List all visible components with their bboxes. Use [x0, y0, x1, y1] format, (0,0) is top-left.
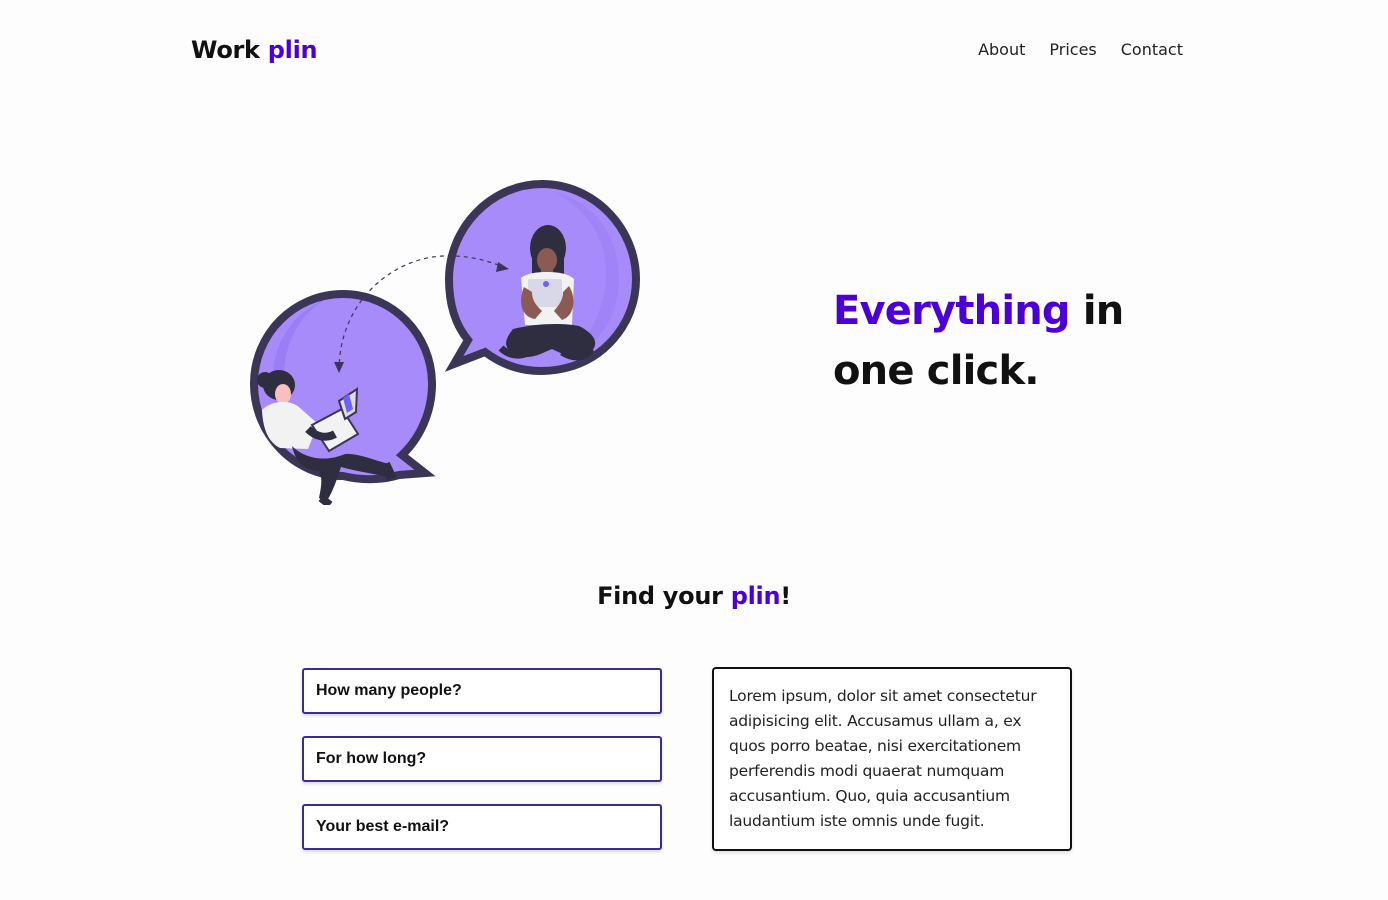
duration-field[interactable]: For how long? — [302, 736, 662, 782]
hero-section: Everything in one click. — [0, 0, 1388, 560]
email-field[interactable]: Your best e-mail? — [302, 804, 662, 850]
people-count-field[interactable]: How many people? — [302, 668, 662, 714]
plin-search-form: How many people? For how long? Your best… — [302, 668, 662, 850]
duration-label: For how long? — [316, 750, 427, 767]
headline-accent-word: Everything — [833, 288, 1071, 334]
headline-word-in: in — [1082, 288, 1124, 334]
find-title-prefix: Find your — [597, 582, 723, 610]
people-chatting-illustration — [249, 179, 641, 505]
find-title-suffix: ! — [780, 582, 791, 610]
email-label: Your best e-mail? — [316, 818, 450, 835]
headline-line-two: one click. — [833, 348, 1039, 394]
find-your-plin-heading: Find your plin! — [0, 582, 1388, 610]
info-text-card: Lorem ipsum, dolor sit amet consectetur … — [712, 667, 1072, 851]
info-card-text: Lorem ipsum, dolor sit amet consectetur … — [729, 687, 1037, 830]
find-title-accent: plin — [730, 582, 781, 610]
people-count-label: How many people? — [316, 682, 462, 699]
hero-headline: Everything in one click. — [833, 281, 1163, 401]
